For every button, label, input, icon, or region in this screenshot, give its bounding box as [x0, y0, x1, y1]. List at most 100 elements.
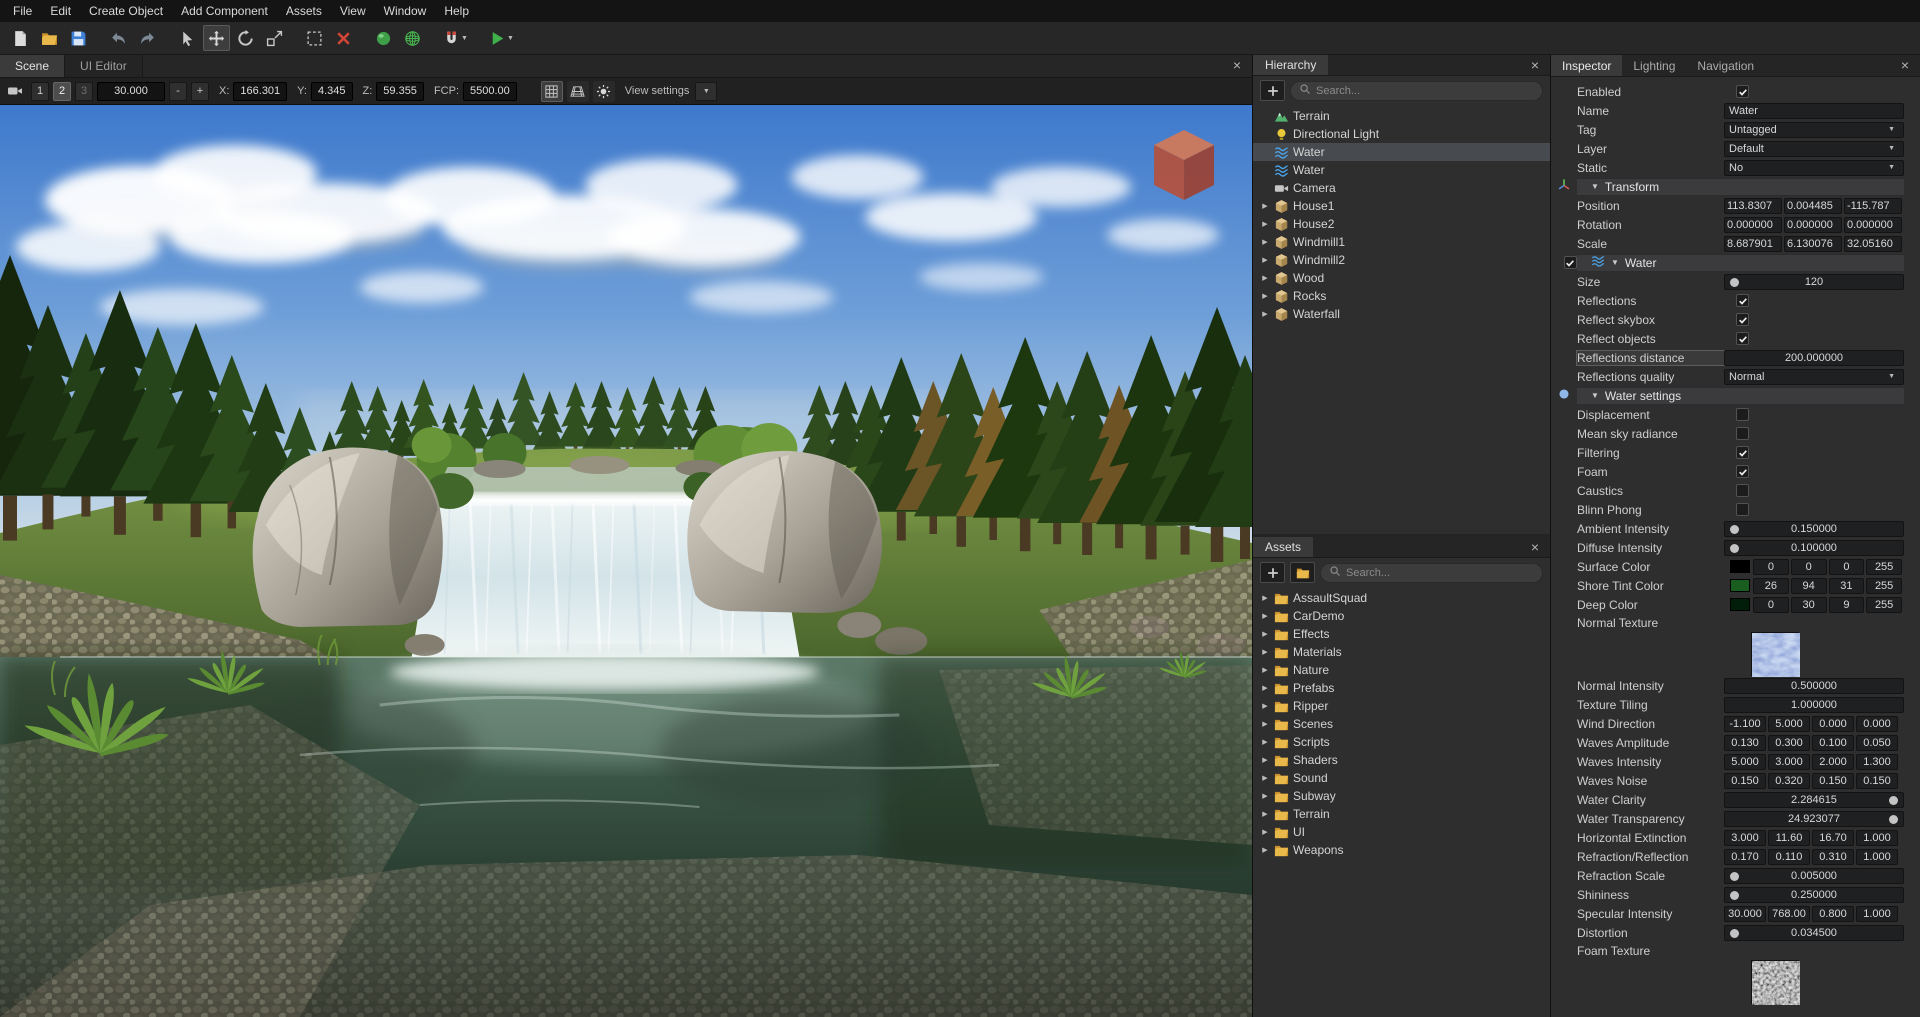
assets-title[interactable]: Assets [1253, 537, 1313, 557]
slider[interactable]: 2.284615 [1724, 792, 1904, 808]
hierarchy-item-house2-6[interactable]: ▶House2 [1253, 215, 1550, 233]
sun-toggle[interactable] [593, 81, 615, 102]
vector-field[interactable]: 8.687901 [1724, 236, 1782, 252]
expand-arrow-icon[interactable]: ▶ [1260, 846, 1270, 854]
menu-assets[interactable]: Assets [277, 1, 331, 21]
collapse-arrow-icon[interactable] [1591, 182, 1599, 191]
asset-folder-cardemo[interactable]: ▶CarDemo [1253, 607, 1550, 625]
hierarchy-item-directional-light-1[interactable]: Directional Light [1253, 125, 1550, 143]
slider[interactable]: 0.100000 [1724, 540, 1904, 556]
checkbox[interactable] [1736, 313, 1749, 326]
slider-knob[interactable] [1730, 891, 1739, 900]
vector-field[interactable]: 113.8307 [1724, 198, 1782, 214]
rgba-field[interactable]: 94 [1791, 578, 1827, 594]
view-settings-dropdown[interactable] [695, 82, 717, 101]
scale-tool-button[interactable] [261, 25, 288, 51]
rect-select-button[interactable] [301, 25, 328, 51]
rgba-field[interactable]: 30 [1791, 597, 1827, 613]
chevron-down-icon[interactable] [461, 35, 468, 42]
rgba-field[interactable]: 255 [1866, 559, 1902, 575]
hierarchy-item-terrain-0[interactable]: Terrain [1253, 107, 1550, 125]
slider[interactable]: 0.150000 [1724, 521, 1904, 537]
checkbox[interactable] [1736, 446, 1749, 459]
expand-arrow-icon[interactable]: ▶ [1260, 774, 1270, 782]
close-icon[interactable] [1527, 57, 1543, 73]
vector-field[interactable]: 32.05160 [1844, 236, 1902, 252]
vector-field[interactable]: 0.300 [1768, 735, 1810, 751]
expand-arrow-icon[interactable]: ▶ [1260, 220, 1270, 228]
menu-window[interactable]: Window [375, 1, 436, 21]
hierarchy-item-house1-5[interactable]: ▶House1 [1253, 197, 1550, 215]
asset-folder-assaultsquad[interactable]: ▶AssaultSquad [1253, 589, 1550, 607]
expand-arrow-icon[interactable]: ▶ [1260, 720, 1270, 728]
vector-field[interactable]: 16.70 [1812, 830, 1854, 846]
delete-button[interactable] [330, 25, 357, 51]
color-swatch[interactable] [1730, 579, 1750, 592]
vector-field[interactable]: 5.000 [1724, 754, 1766, 770]
vector-field[interactable]: -115.787 [1844, 198, 1902, 214]
dropdown[interactable]: Untagged [1724, 122, 1904, 138]
close-icon[interactable] [1229, 57, 1245, 73]
rgba-field[interactable]: 26 [1753, 578, 1789, 594]
wire-globe-button[interactable] [399, 25, 426, 51]
expand-arrow-icon[interactable]: ▶ [1260, 612, 1270, 620]
undo-button[interactable] [105, 25, 132, 51]
add-object-button[interactable] [1260, 80, 1285, 101]
dropdown[interactable]: Default [1724, 141, 1904, 157]
camera-preset-1-button[interactable]: 1 [31, 82, 49, 101]
number-field[interactable]: 200.000000 [1724, 350, 1904, 366]
asset-folder-subway[interactable]: ▶Subway [1253, 787, 1550, 805]
asset-folder-effects[interactable]: ▶Effects [1253, 625, 1550, 643]
section-header[interactable]: Water [1577, 254, 1904, 272]
color-swatch[interactable] [1730, 598, 1750, 611]
vector-field[interactable]: 0.000 [1812, 716, 1854, 732]
expand-arrow-icon[interactable]: ▶ [1260, 238, 1270, 246]
camera-preset-3-button[interactable]: 3 [75, 82, 93, 101]
vector-field[interactable]: 768.00 [1768, 906, 1810, 922]
menu-add-component[interactable]: Add Component [172, 1, 277, 21]
hierarchy-item-water-3[interactable]: Water [1253, 161, 1550, 179]
grid-toggle[interactable] [541, 81, 563, 102]
expand-arrow-icon[interactable]: ▶ [1260, 648, 1270, 656]
material-sphere-button[interactable] [370, 25, 397, 51]
add-asset-button[interactable] [1260, 562, 1285, 583]
vector-field[interactable]: 0.310 [1812, 849, 1854, 865]
search-input[interactable] [1316, 85, 1534, 97]
checkbox[interactable] [1736, 294, 1749, 307]
hierarchy-title[interactable]: Hierarchy [1253, 55, 1328, 75]
move-tool-button[interactable] [203, 25, 230, 51]
vector-field[interactable]: 0.110 [1768, 849, 1810, 865]
expand-arrow-icon[interactable]: ▶ [1260, 810, 1270, 818]
asset-folder-shaders[interactable]: ▶Shaders [1253, 751, 1550, 769]
increase-speed-button[interactable]: + [191, 82, 209, 101]
rgba-field[interactable]: 255 [1866, 578, 1902, 594]
hierarchy-item-wood-9[interactable]: ▶Wood [1253, 269, 1550, 287]
slider[interactable]: 0.250000 [1724, 887, 1904, 903]
gizmo-cube[interactable] [1154, 130, 1214, 200]
asset-folder-weapons[interactable]: ▶Weapons [1253, 841, 1550, 859]
expand-arrow-icon[interactable]: ▶ [1260, 684, 1270, 692]
vector-field[interactable]: 0.130 [1724, 735, 1766, 751]
coord-value[interactable]: 166.301 [233, 82, 287, 101]
slider-knob[interactable] [1730, 544, 1739, 553]
vector-field[interactable]: 1.000 [1856, 849, 1898, 865]
asset-folder-scenes[interactable]: ▶Scenes [1253, 715, 1550, 733]
snap-tool-button[interactable] [439, 25, 472, 51]
expand-arrow-icon[interactable]: ▶ [1260, 256, 1270, 264]
menu-file[interactable]: File [4, 1, 41, 21]
rgba-field[interactable]: 255 [1866, 597, 1902, 613]
redo-button[interactable] [134, 25, 161, 51]
vector-field[interactable]: 1.300 [1856, 754, 1898, 770]
vector-field[interactable]: 0.000000 [1844, 217, 1902, 233]
menu-create-object[interactable]: Create Object [80, 1, 172, 21]
checkbox[interactable] [1736, 85, 1749, 98]
vector-field[interactable]: 3.000 [1768, 754, 1810, 770]
vector-field[interactable]: 0.004485 [1784, 198, 1842, 214]
checkbox[interactable] [1736, 427, 1749, 440]
collapse-arrow-icon[interactable] [1591, 391, 1599, 400]
slider-knob[interactable] [1889, 796, 1898, 805]
hierarchy-item-windmill2-8[interactable]: ▶Windmill2 [1253, 251, 1550, 269]
inspector-tab-navigation[interactable]: Navigation [1686, 55, 1765, 76]
section-header[interactable]: Transform [1577, 178, 1904, 196]
checkbox[interactable] [1736, 465, 1749, 478]
